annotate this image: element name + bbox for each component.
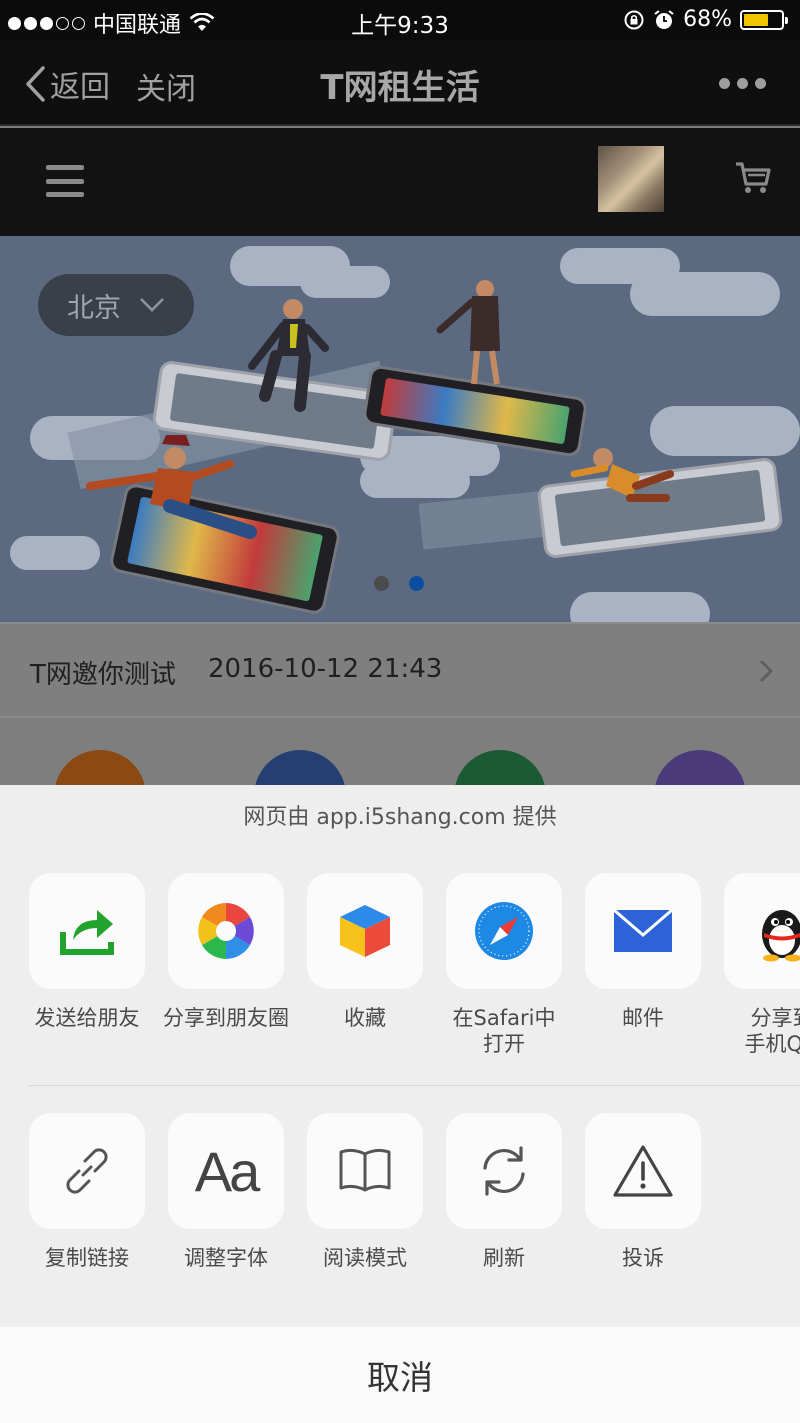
status-right: 68% — [623, 7, 788, 32]
rotation-lock-icon — [624, 10, 644, 29]
action-label: 调整字体 — [184, 1246, 268, 1270]
promo-banner[interactable]: 北京 — [0, 236, 800, 622]
adjust-font-tile[interactable]: Aa — [168, 1113, 284, 1229]
copy-link-tile[interactable] — [29, 1113, 145, 1229]
action-label: 收藏 — [344, 1006, 386, 1030]
reading-mode-tile[interactable] — [307, 1113, 423, 1229]
report-button[interactable]: 投诉 — [578, 1113, 708, 1271]
reading-mode-button[interactable]: 阅读模式 — [300, 1113, 430, 1271]
chevron-left-icon — [26, 66, 45, 102]
provider-caption: 网页由 app.i5shang.com 提供 — [243, 805, 557, 830]
moments-aperture-icon — [198, 903, 254, 959]
action-label: 刷新 — [483, 1246, 525, 1270]
open-book-icon — [339, 1148, 391, 1192]
open-in-safari-tile[interactable] — [446, 873, 562, 989]
mail-tile[interactable] — [585, 873, 701, 989]
alarm-icon — [654, 9, 674, 29]
carousel-pager[interactable] — [374, 576, 424, 591]
action-label: 分享到朋友圈 — [163, 1006, 289, 1030]
notice-row[interactable]: T网邀你测试 2016-10-12 21:43 — [0, 622, 800, 718]
refresh-icon — [483, 1146, 525, 1196]
back-label: 返回 — [50, 70, 110, 105]
battery-icon — [740, 9, 788, 30]
more-button[interactable] — [719, 78, 766, 89]
share-arrow-icon — [60, 910, 114, 955]
action-label: 分享到手机QQ — [744, 1006, 800, 1056]
refresh-tile[interactable] — [446, 1113, 562, 1229]
share-action-sheet: 网页由 app.i5shang.com 提供 发送给朋友 分享到朋友圈 收藏 在… — [0, 785, 800, 1327]
link-icon — [66, 1148, 108, 1194]
action-label: 投诉 — [622, 1246, 664, 1270]
close-button[interactable]: 关闭 — [136, 64, 196, 108]
more-dot-icon — [719, 78, 730, 89]
row-divider — [28, 1085, 800, 1086]
send-to-friend-tile[interactable] — [29, 873, 145, 989]
send-to-friend-button[interactable]: 发送给朋友 — [22, 873, 152, 1031]
hamburger-menu-icon[interactable] — [46, 165, 84, 197]
pager-dot[interactable] — [374, 576, 389, 591]
notice-title: T网邀你测试 — [30, 660, 176, 690]
status-bar: 中国联通 上午9:33 68% — [0, 0, 800, 40]
page-title: T网租生活 — [320, 68, 480, 108]
mail-envelope-icon — [613, 909, 673, 952]
site-header — [0, 128, 800, 236]
chevron-right-icon — [759, 659, 774, 683]
back-button[interactable]: 返回 — [24, 62, 110, 106]
font-size-icon: Aa — [194, 1139, 260, 1203]
warning-triangle-icon — [613, 1145, 673, 1197]
action-label: 在Safari中 打开 — [452, 1006, 556, 1056]
more-dot-icon — [755, 78, 766, 89]
qq-penguin-icon — [762, 910, 800, 962]
safari-compass-icon — [475, 902, 533, 960]
pager-dot[interactable] — [409, 576, 424, 591]
report-tile[interactable] — [585, 1113, 701, 1229]
more-dot-icon — [737, 78, 748, 89]
copy-link-button[interactable]: 复制链接 — [22, 1113, 152, 1271]
action-label: 复制链接 — [45, 1246, 129, 1270]
city-label: 北京 — [67, 292, 121, 324]
notice-time: 2016-10-12 21:43 — [208, 654, 443, 684]
refresh-button[interactable]: 刷新 — [439, 1113, 569, 1271]
share-moments-button[interactable]: 分享到朋友圈 — [161, 873, 291, 1031]
site-logo[interactable] — [598, 146, 664, 212]
favorite-cube-icon — [340, 905, 390, 957]
shopping-cart-icon[interactable] — [734, 160, 772, 196]
cancel-button[interactable]: 取消 — [0, 1327, 800, 1423]
action-label: 发送给朋友 — [34, 1006, 140, 1030]
tools-row: 复制链接 Aa 调整字体 阅读模式 刷新 投诉 — [0, 1113, 800, 1323]
adjust-font-button[interactable]: Aa 调整字体 — [161, 1113, 291, 1271]
share-moments-tile[interactable] — [168, 873, 284, 989]
share-to-qq-button[interactable]: 分享到手机QQ — [717, 873, 800, 1057]
webview-nav-bar: 返回 关闭 T网租生活 — [0, 40, 800, 126]
action-label: 阅读模式 — [323, 1246, 407, 1270]
battery-percent: 68% — [683, 7, 732, 32]
action-label: 邮件 — [622, 1006, 664, 1030]
favorite-tile[interactable] — [307, 873, 423, 989]
share-row: 发送给朋友 分享到朋友圈 收藏 在Safari中 打开 邮件 分享 手机Q — [0, 873, 800, 1083]
chevron-down-icon — [140, 298, 164, 312]
open-in-safari-button[interactable]: 在Safari中 打开 — [439, 873, 569, 1057]
mail-button[interactable]: 邮件 — [578, 873, 708, 1031]
favorite-button[interactable]: 收藏 — [300, 873, 430, 1031]
share-to-qq-tile[interactable] — [724, 873, 800, 989]
city-selector[interactable]: 北京 — [38, 274, 194, 336]
